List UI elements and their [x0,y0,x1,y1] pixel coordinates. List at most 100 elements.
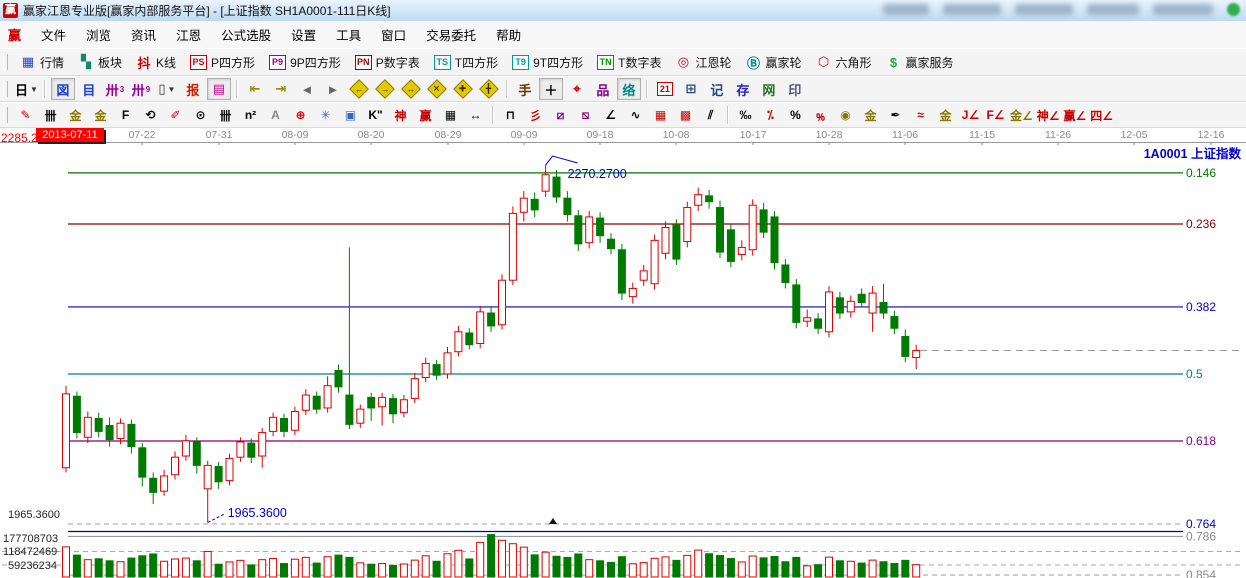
menu-item-4[interactable]: 江恩 [166,21,211,48]
menu-item-8[interactable]: 窗口 [371,21,416,48]
blocks-button[interactable]: ▚板块 [71,52,129,73]
candle-style-dropdown[interactable]: ▯▼ [155,78,179,100]
bars3-icon[interactable]: 卅3 [103,78,127,100]
width-measure-tool[interactable]: ↔ [464,104,487,126]
t9-square-button[interactable]: T99T四方形 [505,52,590,73]
p9-square-button[interactable]: P99P四方形 [262,52,348,73]
bars9-icon[interactable]: 卅9 [129,78,153,100]
blurred-item[interactable] [943,4,1001,15]
quotes-button[interactable]: ▦行情 [13,52,71,73]
cross-cursor-diamond[interactable]: ✚ [451,78,475,100]
expand-bars-diamond[interactable]: ↔ [399,78,423,100]
target-tool[interactable]: ⊕ [289,104,312,126]
pattern-window-icon[interactable]: 図 [51,78,75,100]
k-mark-tool[interactable]: K" [364,104,387,126]
p-square-button[interactable]: PSP四方形 [183,52,262,73]
p-number-button[interactable]: PNP数字表 [348,52,427,73]
pan-left-diamond[interactable]: ← [347,78,371,100]
j-angle-tool[interactable]: J∠ [959,104,982,126]
fibonacci-tool[interactable]: F [114,104,137,126]
percent-tool[interactable]: % [784,104,807,126]
menu-item-6[interactable]: 设置 [281,21,326,48]
cycle-circle-tool[interactable]: ⊙ [189,104,212,126]
comb-tool[interactable]: 卌 [214,104,237,126]
web-update-icon[interactable]: 网 [757,78,781,100]
menu-item-1[interactable]: 文件 [31,21,76,48]
winner-wheel-button[interactable]: Ⓑ赢家轮 [738,51,808,74]
menu-item-2[interactable]: 浏览 [76,21,121,48]
fan-box2-tool[interactable]: ⧅ [574,104,597,126]
move-cursor-diamond[interactable]: ╋ [477,78,501,100]
text-tool[interactable]: A [264,104,287,126]
gann-wheel-button[interactable]: ◎江恩轮 [668,52,738,73]
last-bar-button[interactable]: ⇥ [269,78,293,100]
notes-icon[interactable]: 记 [705,78,729,100]
ying-tool[interactable]: 赢 [414,104,437,126]
winner-service-button[interactable]: $赢家服务 [879,52,961,73]
blurred-item[interactable] [883,4,929,15]
menu-item-3[interactable]: 资讯 [121,21,166,48]
grid-arrow-tool[interactable]: ▩ [674,104,697,126]
save-icon[interactable]: 存 [731,78,755,100]
ink-tool[interactable]: ✒ [884,104,907,126]
blurred-item[interactable] [1087,4,1139,15]
f-angle-tool[interactable]: F∠ [984,104,1007,126]
brain-icon[interactable]: 络 [617,78,641,100]
child-window-logo-icon[interactable]: 赢 [8,25,21,44]
shen-tool[interactable]: 神 [389,104,412,126]
drag-hand-icon[interactable]: 手 [513,78,537,100]
shen-angle-tool[interactable]: 神∠ [1036,104,1061,126]
gold-circle-tool[interactable]: ◉ [834,104,857,126]
pan-right-diamond[interactable]: → [373,78,397,100]
menu-item-7[interactable]: 工具 [326,21,371,48]
spiral-tool[interactable]: ⟲ [139,104,162,126]
toolbar-grip[interactable] [3,81,8,97]
status-dot-icon[interactable] [1227,3,1240,16]
print-icon[interactable]: 印 [783,78,807,100]
box-grid-tool[interactable]: ▣ [339,104,362,126]
calendar-icon[interactable]: 21 [653,78,677,100]
hexagon-button[interactable]: ⬡六角形 [809,52,879,73]
ratio-list-tool[interactable]: ‰ [734,104,757,126]
chart-plot[interactable]: 0.1460.2360.3820.50.6180.7640.7860.854 1… [0,142,1246,578]
grid-123-tool[interactable]: ▦ [439,104,462,126]
parallel-lines-tool[interactable]: ⫽ [699,104,722,126]
star-grid-tool[interactable]: ✳ [314,104,337,126]
golden-section-tool[interactable]: 金 [64,104,87,126]
kline-button[interactable]: 抖K线 [129,51,183,74]
crosshair-icon[interactable]: ＋ [539,78,563,100]
percent-band-tool[interactable]: ⁒ [759,104,782,126]
percent-lines-tool[interactable]: ﹪ [809,104,832,126]
prev-bar-button[interactable]: ◄ [295,78,319,100]
blurred-item[interactable] [1153,4,1213,15]
wave-channel-tool[interactable]: ≈ [909,104,932,126]
compress-bars-diamond[interactable]: ✕ [425,78,449,100]
period-day-dropdown[interactable]: 日▼ [14,78,39,100]
calculator-icon[interactable]: ⊞ [679,78,703,100]
gold-band-tool[interactable]: 金 [934,104,957,126]
grid-tool[interactable]: ▦ [649,104,672,126]
t-square-button[interactable]: TST四方形 [427,52,505,73]
gold-lines-tool[interactable]: 金 [859,104,882,126]
golden-spiral-tool[interactable]: 金 [89,104,112,126]
n2-tool[interactable]: n² [239,104,262,126]
toolbar-grip[interactable] [3,54,8,70]
gann-ruler-tool[interactable]: 卌 [39,104,62,126]
fan-box-tool[interactable]: ⧄ [549,104,572,126]
alert-icon[interactable]: 报 [181,78,205,100]
info-list-icon[interactable]: 目 [77,78,101,100]
right-angle-tool[interactable]: ⊓ [499,104,522,126]
fan-lines-tool[interactable]: 彡 [524,104,547,126]
brush2-tool[interactable]: ✐ [164,104,187,126]
angle-lines-tool[interactable]: ∠ [599,104,622,126]
brush-tool[interactable]: ✎ [14,104,37,126]
blurred-item[interactable] [1015,4,1073,15]
first-bar-button[interactable]: ⇤ [243,78,267,100]
t-number-button[interactable]: TNT数字表 [590,52,668,73]
menu-item-10[interactable]: 帮助 [486,21,531,48]
menu-item-5[interactable]: 公式选股 [211,21,281,48]
ying-angle-tool[interactable]: 赢∠ [1063,104,1088,126]
wave-tool[interactable]: ∿ [624,104,647,126]
tree-icon[interactable]: 品 [591,78,615,100]
color-histogram-icon[interactable]: ▤ [207,78,231,100]
